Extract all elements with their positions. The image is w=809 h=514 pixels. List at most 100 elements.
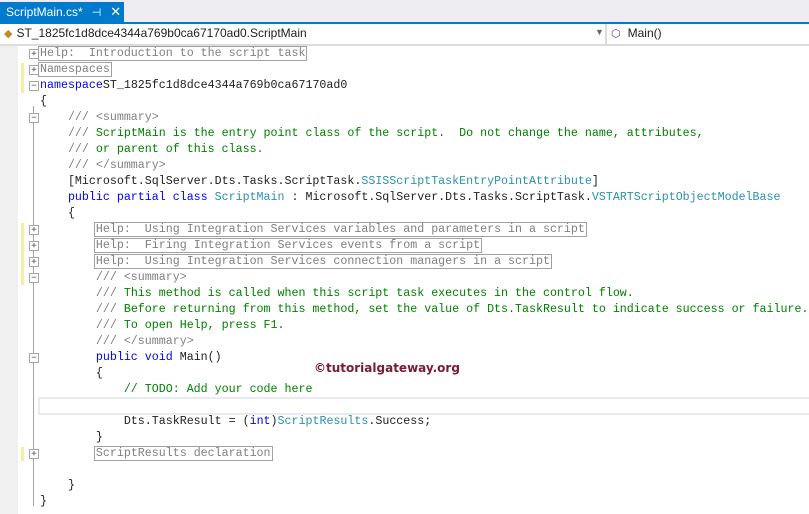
comment-token: /// <summary> bbox=[40, 271, 187, 284]
class-icon: ◆ bbox=[4, 27, 13, 40]
collapse-icon[interactable]: − bbox=[29, 113, 39, 123]
collapsed-region[interactable]: Help: Introduction to the script task bbox=[38, 46, 308, 61]
code-token: } bbox=[40, 479, 75, 492]
code-line[interactable]: /// </summary> bbox=[40, 158, 166, 174]
code-line[interactable]: // TODO: Add your code here bbox=[40, 382, 313, 398]
close-icon[interactable]: ✕ bbox=[110, 4, 121, 20]
keyword-token: public partial class bbox=[40, 191, 215, 204]
comment-token: ScriptMain is the entry point class of t… bbox=[95, 127, 704, 140]
code-token: { bbox=[40, 207, 75, 220]
type-token: VSTARTScriptObjectModelBase bbox=[591, 191, 781, 204]
comment-token: or parent of this class. bbox=[95, 143, 264, 156]
keyword-token: namespace bbox=[40, 79, 103, 92]
keyword-token: int bbox=[249, 415, 271, 428]
code-token: .Success; bbox=[368, 415, 432, 428]
pin-icon[interactable]: ⊣ bbox=[92, 6, 102, 19]
collapsed-region[interactable]: Help: Using Integration Services variabl… bbox=[93, 222, 587, 237]
collapse-icon[interactable]: − bbox=[29, 353, 39, 363]
expand-icon[interactable]: + bbox=[29, 257, 39, 267]
code-line[interactable]: ScriptResults declaration bbox=[40, 446, 273, 462]
code-token: : Microsoft.SqlServer.Dts.Tasks.ScriptTa… bbox=[284, 191, 592, 204]
change-marker bbox=[21, 447, 24, 461]
tab-title: ScriptMain.cs* bbox=[6, 5, 83, 19]
expand-icon[interactable]: + bbox=[29, 449, 39, 459]
code-line[interactable]: /// This method is called when this scri… bbox=[40, 286, 634, 302]
code-line[interactable]: Namespaces bbox=[38, 62, 112, 78]
code-line[interactable]: Dts.TaskResult = (int)ScriptResults.Succ… bbox=[40, 414, 431, 430]
comment-token: /// bbox=[40, 303, 124, 316]
code-token: { bbox=[40, 95, 47, 108]
comment-token: // TODO: Add your code here bbox=[40, 383, 313, 396]
class-path: ST_1825fc1d8dce4344a769b0ca67170ad0.Scri… bbox=[16, 26, 307, 40]
code-line[interactable]: /// <summary> bbox=[40, 110, 159, 126]
code-line[interactable]: /// </summary> bbox=[40, 334, 194, 350]
tab-strip: ScriptMain.cs* ⊣ ✕ bbox=[0, 0, 809, 22]
code-line[interactable]: /// or parent of this class. bbox=[40, 142, 264, 158]
code-line[interactable]: Help: Using Integration Services variabl… bbox=[40, 222, 587, 238]
collapsed-region[interactable]: Help: Firing Integration Services events… bbox=[93, 238, 483, 253]
expand-icon[interactable]: + bbox=[29, 241, 39, 251]
tab-scriptmain[interactable]: ScriptMain.cs* ⊣ ✕ bbox=[0, 2, 124, 22]
collapsed-region[interactable]: Namespaces bbox=[38, 62, 112, 77]
change-marker bbox=[21, 223, 24, 285]
code-line[interactable]: Help: Using Integration Services connect… bbox=[40, 254, 552, 270]
comment-token: /// </summary> bbox=[40, 335, 194, 348]
collapse-icon[interactable]: − bbox=[29, 273, 39, 283]
type-token: ScriptMain bbox=[214, 191, 285, 204]
code-line[interactable]: public void Main() bbox=[40, 350, 222, 366]
code-line[interactable]: Help: Firing Integration Services events… bbox=[40, 238, 483, 254]
code-token: { bbox=[40, 367, 103, 380]
code-line[interactable]: } bbox=[40, 478, 75, 494]
member-name: Main() bbox=[627, 26, 662, 40]
code-token: ST_1825fc1d8dce4344a769b0ca67170ad0 bbox=[102, 79, 348, 92]
navigation-bar: ◆ ST_1825fc1d8dce4344a769b0ca67170ad0.Sc… bbox=[0, 24, 809, 46]
code-line[interactable]: /// <summary> bbox=[40, 270, 187, 286]
code-token: Dts.TaskResult = ( bbox=[40, 415, 250, 428]
watermark: ©tutorialgateway.org bbox=[314, 361, 460, 375]
code-line[interactable]: Help: Introduction to the script task bbox=[38, 46, 308, 62]
type-token: ScriptResults bbox=[277, 415, 369, 428]
collapsed-region[interactable]: Help: Using Integration Services connect… bbox=[93, 254, 552, 269]
code-token: ) bbox=[270, 415, 278, 428]
comment-token: /// </summary> bbox=[40, 159, 166, 172]
code-line[interactable]: } bbox=[40, 494, 47, 510]
keyword-token: public void bbox=[40, 351, 180, 364]
code-line[interactable]: /// ScriptMain is the entry point class … bbox=[40, 126, 704, 142]
code-line[interactable]: public partial class ScriptMain : Micros… bbox=[40, 190, 781, 206]
code-token: } bbox=[40, 495, 47, 508]
member-dropdown[interactable]: ⬡ Main() bbox=[611, 26, 662, 40]
code-token: } bbox=[40, 431, 103, 444]
comment-token: /// bbox=[40, 287, 124, 300]
code-line[interactable]: namespaceST_1825fc1d8dce4344a769b0ca6717… bbox=[40, 78, 347, 94]
code-line[interactable]: /// To open Help, press F1. bbox=[40, 318, 285, 334]
comment-token: Before returning from this method, set t… bbox=[123, 303, 809, 316]
code-line[interactable]: /// Before returning from this method, s… bbox=[40, 302, 809, 318]
comment-token: /// bbox=[40, 143, 96, 156]
collapse-icon[interactable]: − bbox=[29, 81, 39, 91]
class-dropdown[interactable]: ◆ ST_1825fc1d8dce4344a769b0ca67170ad0.Sc… bbox=[4, 26, 307, 40]
chevron-down-icon[interactable]: ▼ bbox=[595, 27, 604, 37]
code-line[interactable]: { bbox=[40, 94, 47, 110]
divider bbox=[605, 24, 607, 44]
comment-token: /// bbox=[40, 127, 96, 140]
comment-token: /// <summary> bbox=[40, 111, 159, 124]
outline-guide bbox=[33, 362, 34, 442]
change-marker bbox=[21, 63, 24, 93]
code-token: ] bbox=[591, 175, 599, 188]
code-line[interactable]: [Microsoft.SqlServer.Dts.Tasks.ScriptTas… bbox=[40, 174, 599, 190]
code-line[interactable]: { bbox=[40, 366, 103, 382]
type-token: SSISScriptTaskEntryPointAttribute bbox=[361, 175, 592, 188]
code-line[interactable]: { bbox=[40, 206, 75, 222]
editor-gutter bbox=[0, 46, 18, 514]
method-icon: ⬡ bbox=[611, 27, 621, 40]
code-line[interactable]: } bbox=[40, 430, 103, 446]
current-line-highlight bbox=[38, 397, 809, 415]
collapsed-region[interactable]: ScriptResults declaration bbox=[93, 446, 273, 461]
code-token: [Microsoft.SqlServer.Dts.Tasks.ScriptTas… bbox=[40, 175, 362, 188]
comment-token: This method is called when this script t… bbox=[123, 287, 634, 300]
expand-icon[interactable]: + bbox=[29, 225, 39, 235]
